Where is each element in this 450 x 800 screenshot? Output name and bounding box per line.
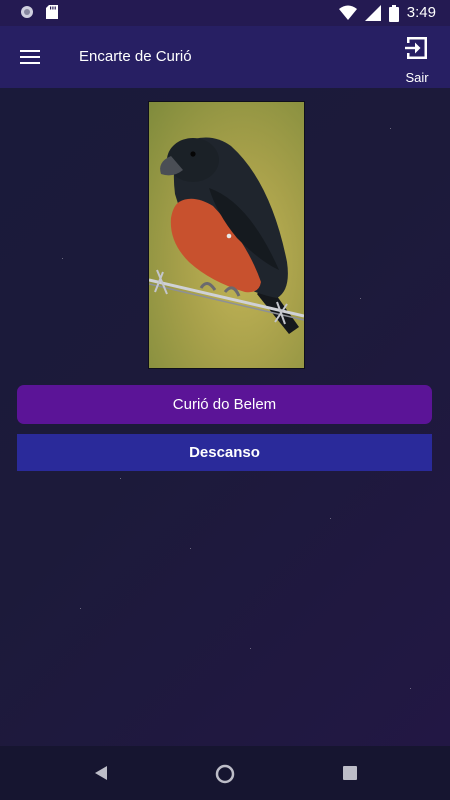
exit-label: Sair — [405, 70, 429, 85]
star-dot — [250, 648, 251, 649]
star-dot — [190, 548, 191, 549]
star-dot — [330, 518, 331, 519]
star-dot — [80, 608, 81, 609]
battery-icon — [388, 4, 399, 22]
system-nav-bar — [0, 746, 450, 800]
wifi-icon — [338, 5, 357, 20]
cell-signal-icon — [364, 5, 381, 21]
star-dot — [410, 688, 411, 689]
page-title: Encarte de Curió — [79, 48, 192, 65]
back-button[interactable] — [92, 763, 112, 783]
rest-button[interactable]: Descanso — [17, 434, 432, 471]
bird-photo — [148, 101, 305, 369]
status-time: 3:49 — [406, 4, 436, 21]
recents-button[interactable] — [341, 763, 361, 783]
status-bar: 3:49 — [0, 0, 450, 26]
star-dot — [390, 128, 391, 129]
recents-icon — [343, 766, 357, 780]
bird-name-button[interactable]: Curió do Belem — [17, 385, 432, 424]
back-icon — [95, 766, 107, 780]
media-icon — [21, 6, 33, 18]
exit-button[interactable]: Sair — [402, 34, 432, 85]
exit-icon — [405, 37, 427, 59]
star-dot — [62, 258, 63, 259]
home-button[interactable] — [214, 763, 235, 784]
hamburger-menu-icon — [20, 50, 40, 64]
star-dot — [360, 298, 361, 299]
main-content: Curió do Belem Descanso — [0, 88, 450, 746]
app-bar: Encarte de Curió Sair — [0, 26, 450, 88]
menu-button[interactable] — [18, 45, 42, 69]
bird-illustration — [149, 137, 304, 334]
star-dot — [120, 478, 121, 479]
home-icon — [215, 764, 235, 784]
sd-card-icon — [46, 5, 58, 19]
